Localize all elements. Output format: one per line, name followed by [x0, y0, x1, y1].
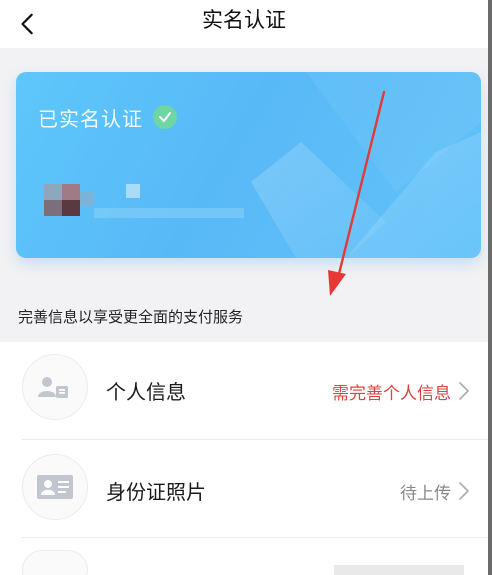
id-card-icon [22, 454, 88, 520]
subtitle: 完善信息以享受更全面的支付服务 [18, 308, 244, 326]
verified-label: 已实名认证 [38, 106, 143, 131]
page-title: 实名认证 [202, 8, 286, 32]
chevron-right-icon [459, 382, 469, 400]
item-status: 需完善个人信息 [332, 384, 451, 404]
header: 实名认证 [0, 0, 488, 48]
masked-name [44, 184, 264, 224]
frame-edge [488, 0, 492, 575]
item-label: 身份证照片 [106, 480, 206, 504]
verified-row: 已实名认证 [38, 102, 177, 132]
check-circle-icon [153, 105, 177, 129]
person-card-icon [22, 354, 88, 420]
item-status: 待上传 [400, 484, 451, 504]
chevron-right-icon [459, 482, 469, 500]
list-item-personal-info[interactable]: 个人信息 需完善个人信息 [0, 342, 488, 440]
divider [22, 537, 488, 538]
list-item-partial-status [334, 565, 464, 575]
list-item-partial-avatar [22, 550, 88, 575]
item-label: 个人信息 [106, 380, 186, 404]
card-decor [251, 72, 481, 258]
info-list: 个人信息 需完善个人信息 身份证照片 待上传 [0, 342, 488, 575]
red-arrow [328, 90, 386, 296]
list-item-id-photo[interactable]: 身份证照片 待上传 [0, 440, 488, 538]
verification-card: 已实名认证 [16, 72, 481, 258]
